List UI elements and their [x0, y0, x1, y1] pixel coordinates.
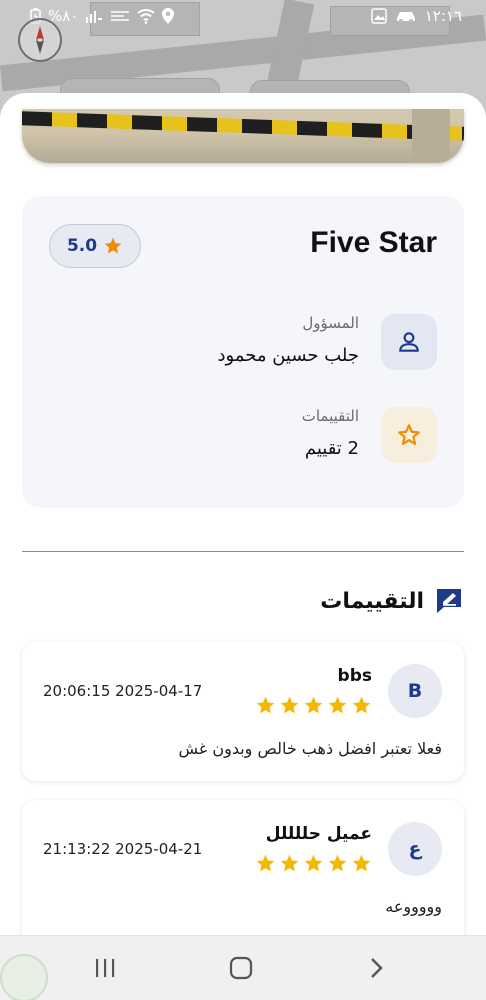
star-icon — [352, 854, 371, 872]
ratings-label: التقييمات — [301, 407, 359, 425]
ratings-row: التقييمات 2 تقييم — [57, 407, 437, 465]
shop-details-sheet: 5.0 Five Star المسؤول جلب حسين محمود الت… — [0, 93, 486, 935]
section-divider — [22, 551, 464, 552]
review-card: ع عميل حللللل 21:13:22 2025-04-21 ﻭﻭﻭﻭﻭﻋ… — [22, 800, 464, 935]
app-badge-icon — [0, 954, 48, 1000]
review-stars — [255, 853, 372, 874]
signal-icon — [85, 9, 103, 23]
reviews-title: التقييمات — [320, 588, 424, 614]
recents-icon — [96, 959, 115, 977]
star-icon — [256, 854, 275, 872]
reviewer-name: عميل حللللل — [265, 824, 372, 844]
star-icon — [280, 854, 299, 872]
back-icon — [371, 958, 383, 978]
back-button[interactable] — [366, 956, 388, 980]
system-nav-bar — [0, 935, 486, 1000]
status-right: ١٢:١٦ — [370, 7, 462, 25]
reviewer-avatar: B — [388, 664, 442, 718]
compass-button[interactable] — [18, 18, 62, 62]
gallery-icon — [370, 8, 387, 24]
star-icon — [304, 854, 323, 872]
reviewer-name: bbs — [337, 666, 372, 686]
shop-info-card: 5.0 Five Star المسؤول جلب حسين محمود الت… — [22, 196, 464, 508]
rating-badge: 5.0 — [49, 224, 141, 268]
review-text: ﻭﻭﻭﻭﻭﻋﻪ — [385, 897, 442, 916]
reviewer-avatar: ع — [388, 822, 442, 876]
shop-name: Five Star — [310, 226, 437, 259]
recents-button[interactable] — [90, 956, 120, 980]
status-bar: %٨٠ ١٢:١٦ — [0, 0, 486, 34]
star-icon — [304, 696, 323, 714]
rating-value: 5.0 — [66, 236, 98, 256]
manager-name: جلب حسين محمود — [217, 345, 359, 366]
review-date: 21:13:22 2025-04-21 — [43, 840, 203, 858]
compass-icon — [36, 26, 44, 54]
manager-label: المسؤول — [302, 314, 359, 332]
star-icon — [352, 696, 371, 714]
manager-row: المسؤول جلب حسين محمود — [57, 314, 437, 372]
review-card: B bbs 20:06:15 2025-04-17 فعلا تعتبر افض… — [22, 642, 464, 781]
home-button[interactable] — [228, 956, 254, 980]
star-icon — [280, 696, 299, 714]
clock-time: ١٢:١٦ — [424, 7, 462, 25]
star-icon — [256, 696, 275, 714]
star-icon — [328, 854, 347, 872]
review-date: 20:06:15 2025-04-17 — [43, 682, 203, 700]
review-stars — [255, 695, 372, 716]
ratings-count: 2 تقييم — [304, 438, 359, 459]
person-icon — [381, 314, 437, 370]
shop-photo — [22, 109, 464, 163]
edit-note-icon — [437, 589, 461, 613]
star-icon — [104, 237, 122, 254]
location-icon — [162, 8, 175, 24]
reviews-header: التقييمات — [320, 587, 464, 615]
car-icon — [395, 9, 417, 23]
review-text: فعلا تعتبر افضل ذهب خالص وبدون غش — [178, 739, 442, 758]
wifi-icon — [137, 8, 155, 24]
star-icon — [328, 696, 347, 714]
network-icon — [110, 9, 130, 23]
star-outline-icon — [381, 407, 437, 463]
home-icon — [229, 956, 253, 980]
